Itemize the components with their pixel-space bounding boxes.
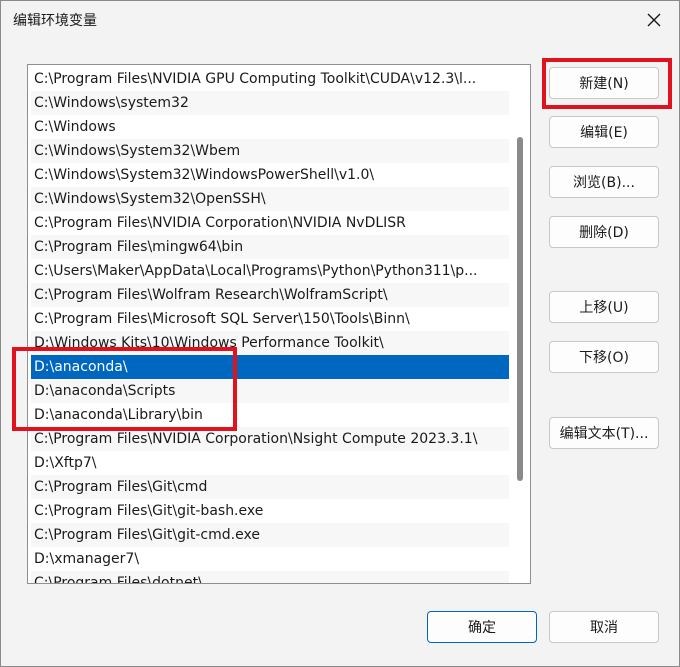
list-item[interactable]: D:\anaconda\Library\bin — [31, 403, 509, 427]
list-item[interactable]: D:\anaconda\ — [31, 355, 509, 379]
list-item[interactable]: D:\Xftp7\ — [31, 451, 509, 475]
list-item[interactable]: C:\Program Files\Microsoft SQL Server\15… — [31, 307, 509, 331]
list-item[interactable]: C:\Program Files\Git\git-bash.exe — [31, 499, 509, 523]
delete-button[interactable]: 删除(D) — [549, 216, 659, 248]
list-item[interactable]: D:\xmanager7\ — [31, 547, 509, 571]
list-item[interactable]: C:\Program Files\NVIDIA Corporation\Nsig… — [31, 427, 509, 451]
close-icon — [647, 13, 661, 27]
move-down-button[interactable]: 下移(O) — [549, 341, 659, 373]
list-item[interactable]: C:\Program Files\mingw64\bin — [31, 235, 509, 259]
list-item[interactable]: C:\Windows\System32\Wbem — [31, 139, 509, 163]
list-item[interactable]: C:\Windows\system32 — [31, 91, 509, 115]
list-item[interactable]: D:\Windows Kits\10\Windows Performance T… — [31, 331, 509, 355]
cancel-button[interactable]: 取消 — [549, 611, 659, 643]
title-bar: 编辑环境变量 — [1, 1, 679, 41]
list-item[interactable]: C:\Program Files\NVIDIA GPU Computing To… — [31, 67, 509, 91]
move-up-button[interactable]: 上移(U) — [549, 291, 659, 323]
list-item[interactable]: C:\Users\Maker\AppData\Local\Programs\Py… — [31, 259, 509, 283]
browse-button[interactable]: 浏览(B)... — [549, 166, 659, 198]
edit-text-button[interactable]: 编辑文本(T)... — [549, 417, 659, 449]
list-item[interactable]: C:\Program Files\NVIDIA Corporation\NVID… — [31, 211, 509, 235]
ok-button[interactable]: 确定 — [427, 611, 537, 643]
dialog-title: 编辑环境变量 — [13, 13, 97, 29]
edit-button[interactable]: 编辑(E) — [549, 116, 659, 148]
new-button[interactable]: 新建(N) — [549, 67, 659, 99]
edit-env-variable-dialog: 编辑环境变量 C:\Program Files\NVIDIA GPU Compu… — [0, 0, 680, 667]
path-list[interactable]: C:\Program Files\NVIDIA GPU Computing To… — [27, 64, 531, 584]
scrollbar-thumb[interactable] — [517, 137, 523, 481]
list-item[interactable]: C:\Windows\System32\WindowsPowerShell\v1… — [31, 163, 509, 187]
vertical-scrollbar[interactable] — [510, 65, 530, 583]
list-item[interactable]: C:\Program Files\dotnet\ — [31, 571, 509, 583]
list-item[interactable]: D:\anaconda\Scripts — [31, 379, 509, 403]
list-item[interactable]: C:\Program Files\Wolfram Research\Wolfra… — [31, 283, 509, 307]
list-item[interactable]: C:\Windows\System32\OpenSSH\ — [31, 187, 509, 211]
list-item[interactable]: C:\Windows — [31, 115, 509, 139]
close-button[interactable] — [637, 5, 671, 35]
list-item[interactable]: C:\Program Files\Git\cmd — [31, 475, 509, 499]
list-item[interactable]: C:\Program Files\Git\git-cmd.exe — [31, 523, 509, 547]
